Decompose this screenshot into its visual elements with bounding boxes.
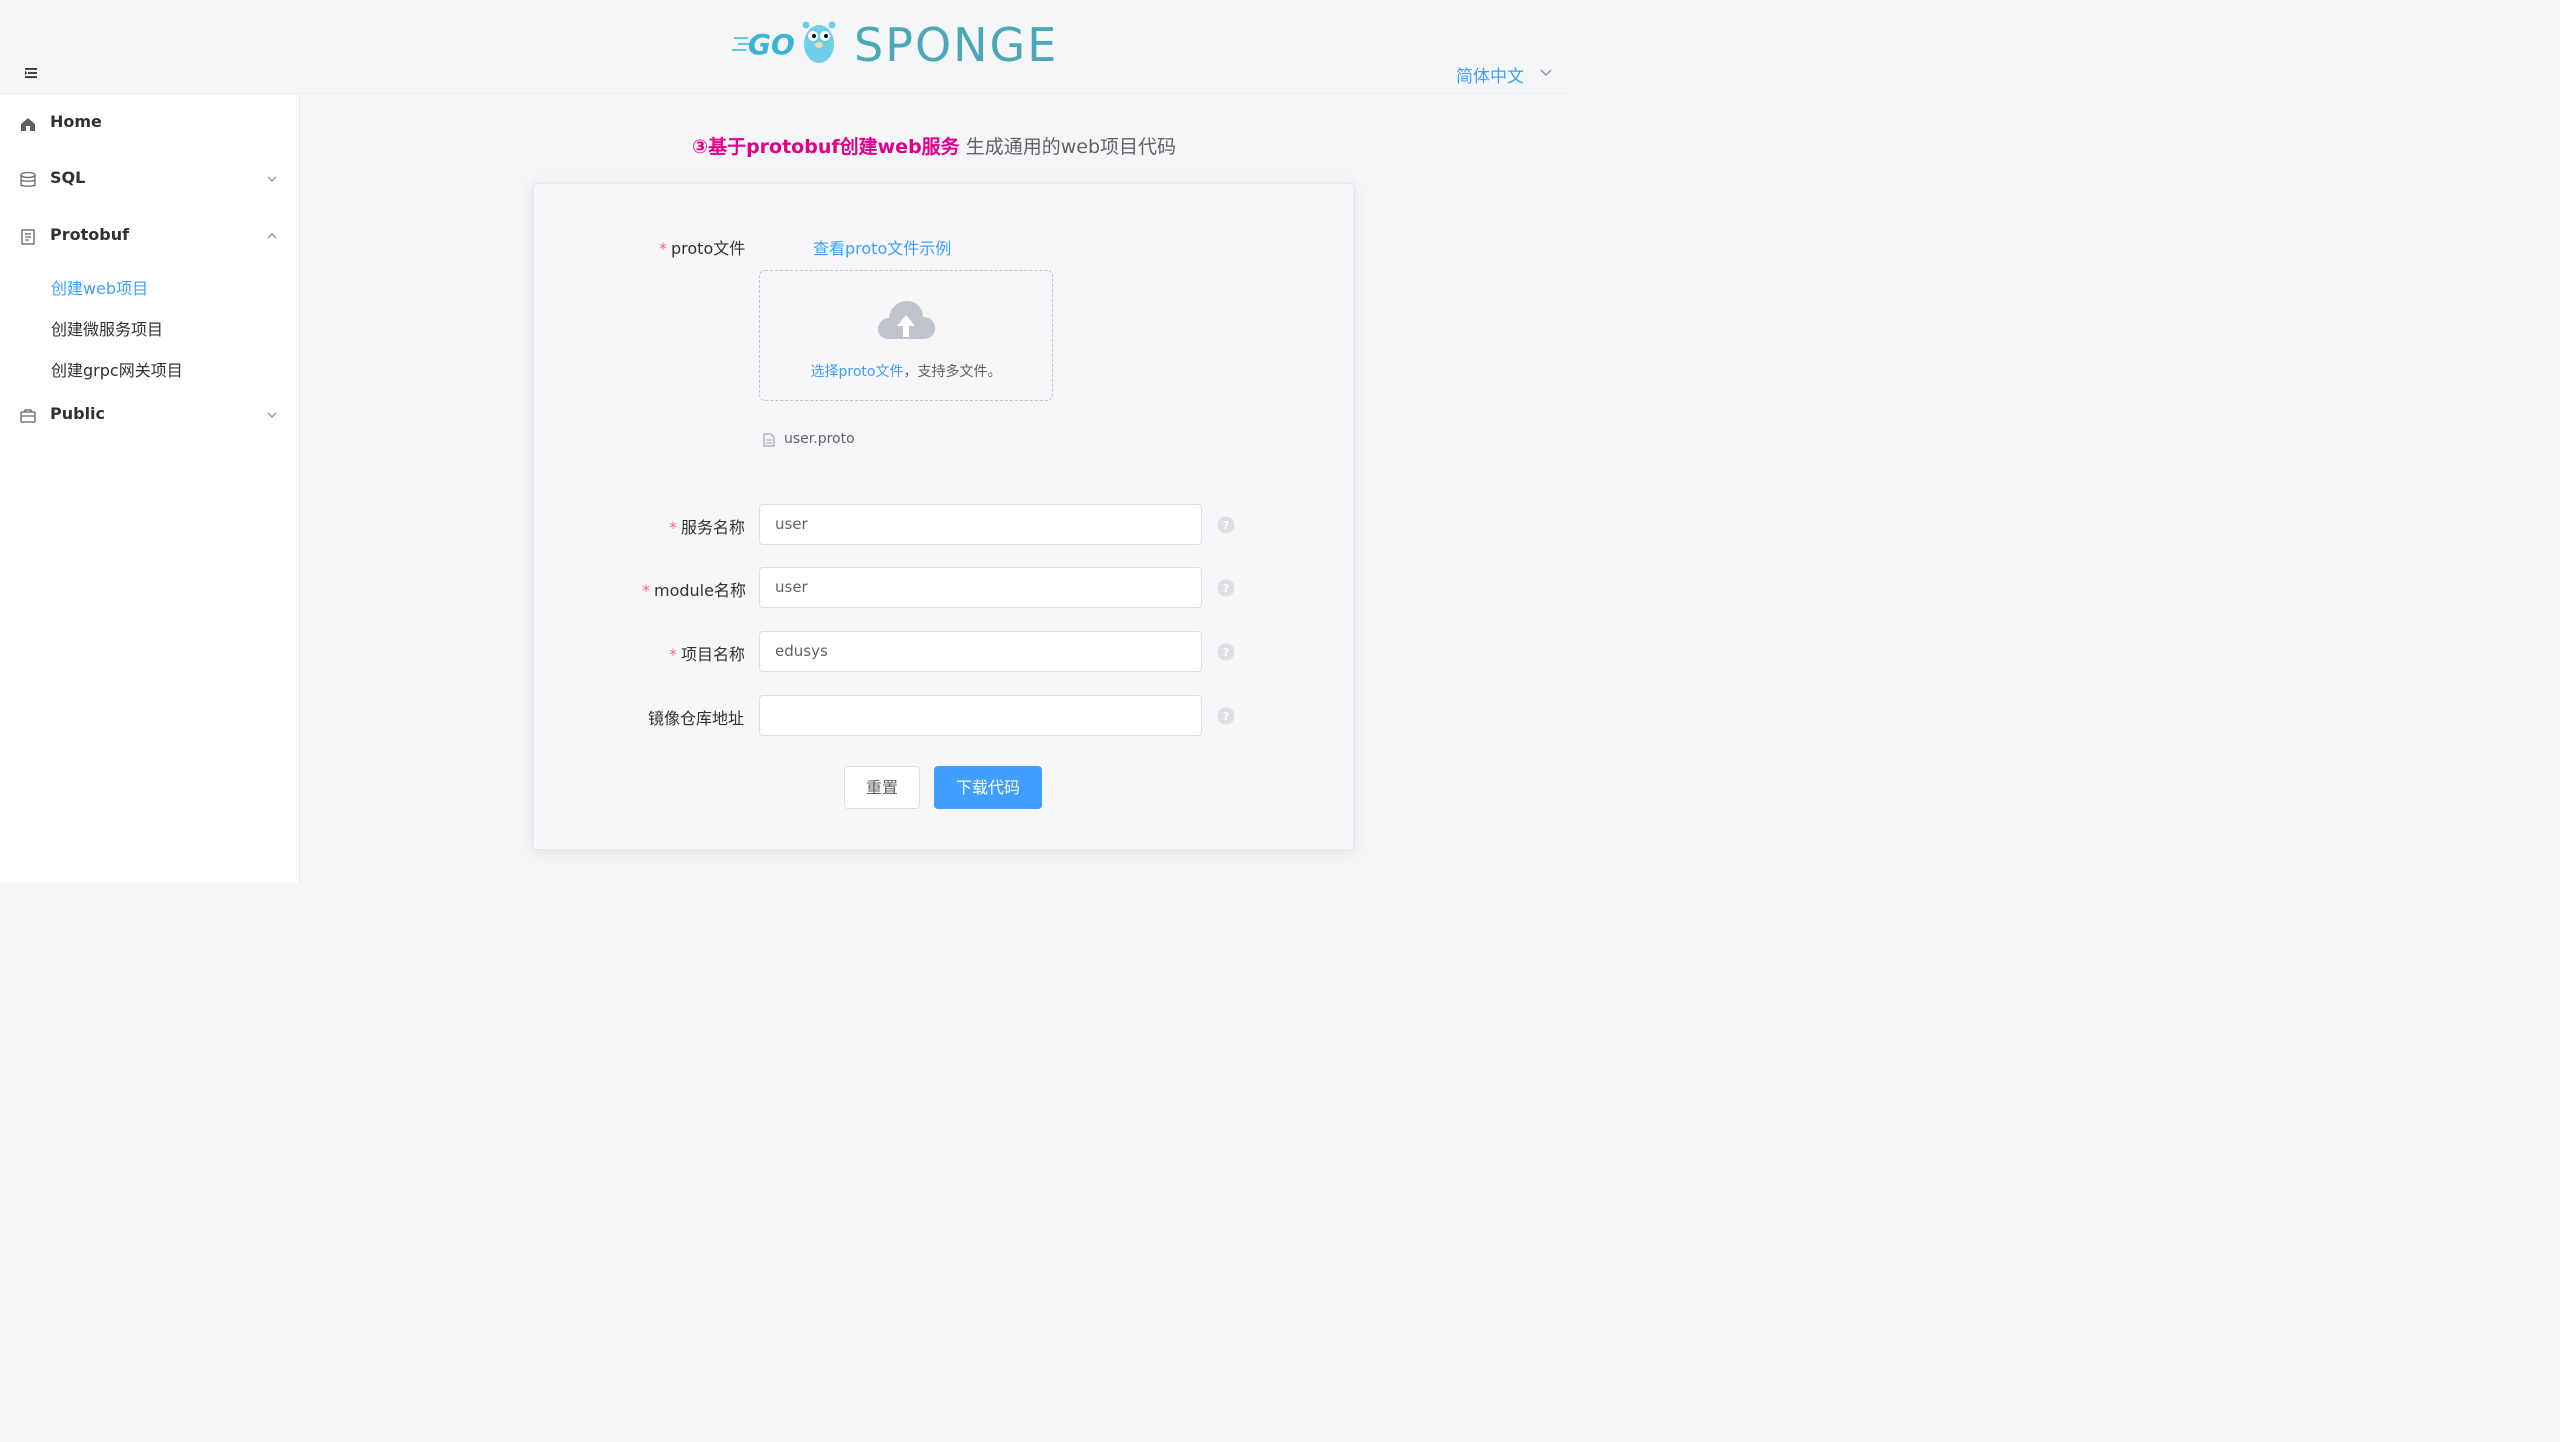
service-name-label: * 服务名称 xyxy=(669,518,746,537)
help-icon[interactable]: ? xyxy=(1217,579,1235,597)
logo-go-text: GO xyxy=(748,28,795,61)
project-name-label: * 项目名称 xyxy=(669,645,746,664)
svg-text:?: ? xyxy=(1223,519,1229,532)
upload-select-link[interactable]: 选择proto文件 xyxy=(811,364,904,380)
help-icon[interactable]: ? xyxy=(1217,516,1235,534)
proto-upload-dropzone[interactable]: 选择proto文件，支持多文件。 xyxy=(759,270,1053,401)
sidebar-subitem-create-microservice[interactable]: 创建微服务项目 xyxy=(0,307,299,347)
menu-toggle-icon[interactable] xyxy=(22,64,40,82)
svg-text:?: ? xyxy=(1223,710,1229,723)
sponge-logo: GO SPONGE xyxy=(730,16,1090,72)
language-selector[interactable]: 简体中文 xyxy=(1456,62,1524,87)
required-mark: * xyxy=(669,518,677,537)
upload-hint: 选择proto文件，支持多文件。 xyxy=(810,364,1002,380)
chevron-down-icon xyxy=(267,412,277,418)
sidebar-subitem-label: 创建微服务项目 xyxy=(51,320,164,339)
sidebar-item-label: Protobuf xyxy=(50,225,130,244)
logo-sponge-text: SPONGE xyxy=(854,18,1058,68)
chevron-down-icon xyxy=(267,176,277,182)
sidebar-item-public[interactable]: Public xyxy=(0,388,299,444)
help-icon[interactable]: ? xyxy=(1217,707,1235,725)
sidebar-item-label: SQL xyxy=(50,168,86,187)
sidebar-subitem-create-grpc-gateway[interactable]: 创建grpc网关项目 xyxy=(0,348,299,388)
page-title-highlight: ③基于protobuf创建web服务 xyxy=(691,136,960,158)
database-icon xyxy=(20,171,36,187)
svg-text:?: ? xyxy=(1223,646,1229,659)
reset-button[interactable]: 重置 xyxy=(844,766,920,809)
sidebar-item-label: Public xyxy=(50,404,106,423)
sidebar-item-label: Home xyxy=(50,112,102,131)
chevron-up-icon xyxy=(267,233,277,239)
page-title: ③基于protobuf创建web服务 生成通用的web项目代码 xyxy=(300,132,1568,159)
sidebar-item-sql[interactable]: SQL xyxy=(0,152,299,208)
module-name-label: * module名称 xyxy=(642,581,746,600)
download-code-button[interactable]: 下载代码 xyxy=(934,766,1042,809)
cloud-upload-icon xyxy=(877,301,936,339)
project-name-input[interactable]: edusys xyxy=(759,631,1202,672)
page-title-subtitle: 生成通用的web项目代码 xyxy=(959,136,1177,158)
required-mark: * xyxy=(669,645,677,664)
help-icon[interactable]: ? xyxy=(1217,643,1235,661)
sidebar-item-protobuf[interactable]: Protobuf xyxy=(0,209,299,265)
required-mark: * xyxy=(659,239,667,258)
sidebar-subitem-label: 创建grpc网关项目 xyxy=(51,361,183,380)
sidebar-subitem-create-web[interactable]: 创建web项目 xyxy=(0,266,299,306)
document-icon xyxy=(21,229,35,245)
chevron-down-icon[interactable] xyxy=(1538,64,1554,80)
proto-file-label: * proto文件 xyxy=(659,239,746,258)
image-repo-label: 镜像仓库地址 xyxy=(648,709,745,728)
home-icon xyxy=(21,118,35,131)
sidebar-subitem-label: 创建web项目 xyxy=(51,279,149,298)
required-mark: * xyxy=(642,581,650,600)
uploaded-file-name: user.proto xyxy=(784,431,855,447)
image-repo-input[interactable] xyxy=(759,695,1202,736)
file-icon xyxy=(763,433,775,447)
top-header: GO SPONGE 简体中文 xyxy=(0,0,1568,94)
sidebar: Home SQL Protobuf 创建web项目 创建微服务项目 创建grpc… xyxy=(0,95,300,883)
proto-example-link[interactable]: 查看proto文件示例 xyxy=(813,235,951,259)
sidebar-item-home[interactable]: Home xyxy=(0,96,299,152)
svg-text:?: ? xyxy=(1223,582,1229,595)
briefcase-icon xyxy=(20,409,36,423)
service-name-input[interactable]: user xyxy=(759,504,1202,545)
module-name-input[interactable]: user xyxy=(759,567,1202,608)
